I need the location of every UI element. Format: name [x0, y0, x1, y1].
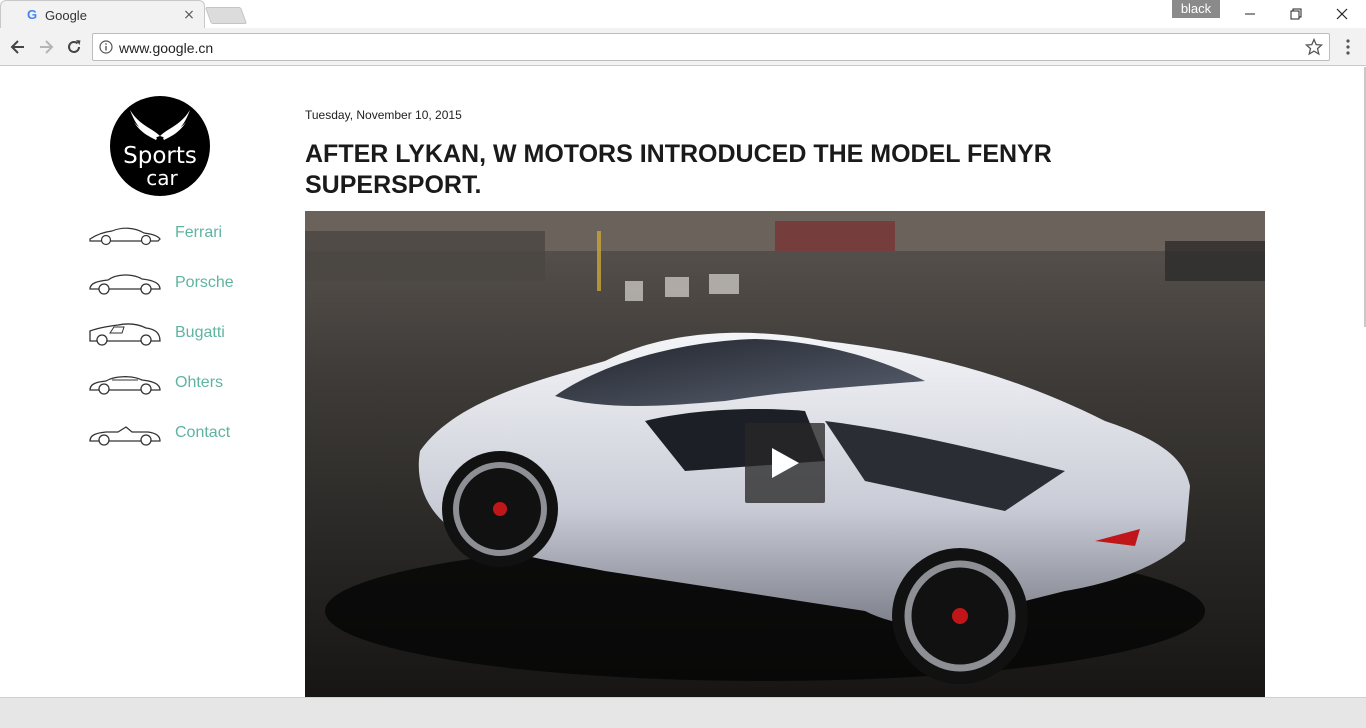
info-icon[interactable] [99, 40, 113, 54]
window-close-button[interactable] [1319, 0, 1365, 28]
video-player[interactable] [305, 211, 1265, 697]
car-porsche-icon [89, 274, 161, 295]
back-arrow-icon [10, 40, 24, 54]
nav-item-ferrari[interactable]: Ferrari [88, 217, 288, 249]
kebab-menu-icon [1346, 39, 1350, 55]
car-convertible-icon [89, 426, 161, 446]
play-button[interactable] [745, 423, 825, 503]
nav-label: Bugatti [175, 324, 225, 341]
browser-toolbar: www.google.cn [0, 28, 1366, 66]
minimize-button[interactable] [1227, 0, 1273, 28]
post-date: Tuesday, November 10, 2015 [305, 108, 462, 122]
sports-car-logo[interactable]: Sports car [110, 96, 210, 196]
car-bugatti-icon [89, 323, 161, 346]
browser-tab[interactable]: G Google × [0, 0, 205, 29]
browser-menu-button[interactable] [1340, 36, 1356, 58]
nav-label: Contact [175, 424, 231, 441]
back-button[interactable] [7, 36, 29, 58]
star-icon[interactable] [1305, 38, 1323, 56]
nav-item-others[interactable]: Ohters [88, 367, 288, 399]
forward-button[interactable] [35, 36, 57, 58]
profile-badge[interactable]: black [1172, 0, 1220, 18]
nav-label: Porsche [175, 274, 234, 291]
url-text[interactable]: www.google.cn [119, 40, 213, 56]
close-icon [1336, 8, 1348, 20]
page-viewport: Sports car Ferrari Porsche Bugatti Ohter… [0, 67, 1366, 697]
logo-text-car: car [146, 166, 178, 190]
tab-title: Google [45, 8, 87, 23]
restore-button[interactable] [1273, 0, 1319, 28]
reload-button[interactable] [63, 36, 85, 58]
car-ferrari-icon [89, 227, 161, 246]
new-tab-button[interactable] [204, 7, 248, 24]
nav-item-bugatti[interactable]: Bugatti [88, 317, 288, 349]
minimize-icon [1245, 13, 1255, 15]
nav-label: Ohters [175, 374, 224, 391]
google-favicon-icon: G [26, 7, 38, 22]
car-others-icon [89, 376, 161, 395]
nav-label: Ferrari [175, 224, 223, 241]
address-bar[interactable]: www.google.cn [92, 33, 1330, 61]
restore-icon [1290, 8, 1302, 20]
forward-arrow-icon [40, 40, 54, 54]
browser-bottom-bar [0, 697, 1366, 728]
post-title: AFTER LYKAN, W MOTORS INTRODUCED THE MOD… [305, 140, 1052, 199]
close-tab-icon[interactable]: × [181, 7, 197, 23]
reload-icon [68, 40, 81, 53]
nav-item-contact[interactable]: Contact [88, 417, 288, 449]
browser-titlebar: G Google × black [0, 0, 1366, 29]
nav-item-porsche[interactable]: Porsche [88, 267, 288, 299]
play-icon [772, 448, 799, 478]
